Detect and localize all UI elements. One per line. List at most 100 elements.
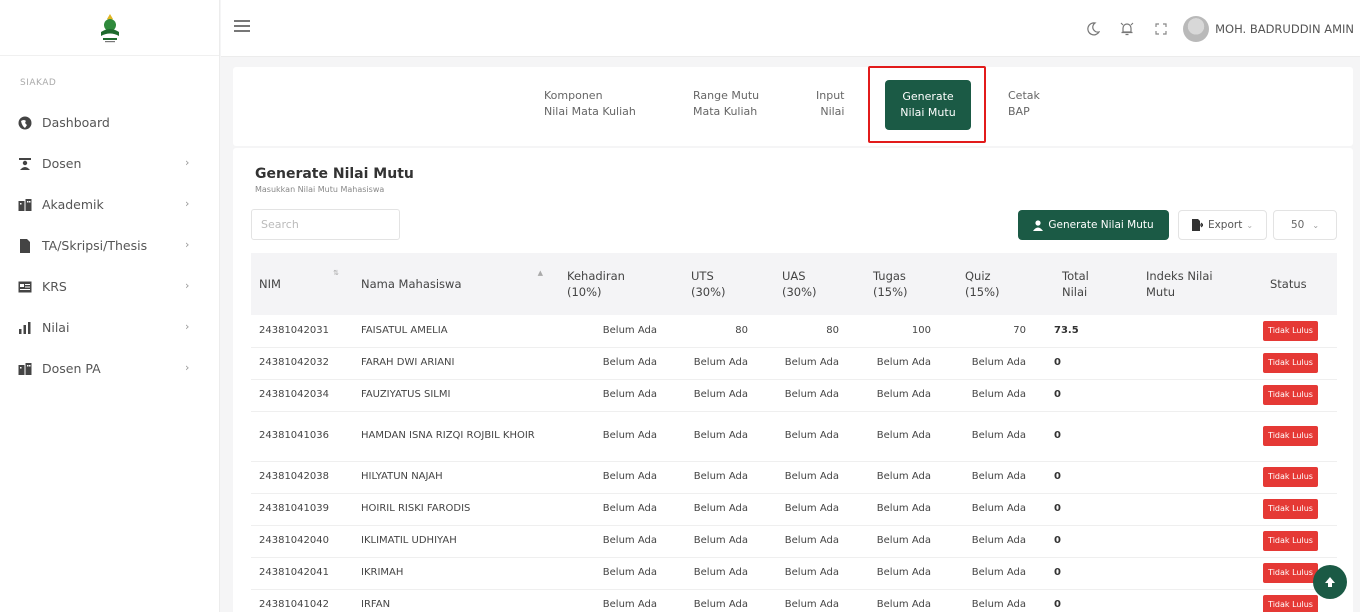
cell-nama: HOIRIL RISKI FARODIS	[349, 493, 553, 526]
cell-nim: 24381041042	[251, 589, 349, 612]
cell-indeks	[1124, 493, 1244, 526]
col-header-total[interactable]: Total Nilai	[1040, 253, 1124, 315]
col-header-nim[interactable]: NIM ⇅	[251, 253, 349, 315]
tab-range-mutu[interactable]: Range Mutu Mata Kuliah	[693, 88, 759, 120]
col-header-uas[interactable]: UAS (30%)	[762, 253, 853, 315]
sidebar-item-ta-skripsi-thesis[interactable]: TA/Skripsi/Thesis ›	[0, 225, 219, 266]
col-header-indeks[interactable]: Indeks Nilai Mutu	[1124, 253, 1244, 315]
tab-input-nilai[interactable]: Input Nilai	[816, 88, 844, 120]
grades-table: NIM ⇅ Nama Mahasiswa ▲ Kehadiran (10%) UTS(…	[251, 253, 1337, 612]
status-badge: Tidak Lulus	[1263, 499, 1318, 519]
cell-uts: Belum Ada	[671, 525, 762, 558]
cell-uts: Belum Ada	[671, 557, 762, 590]
sidebar-item-dashboard[interactable]: Dashboard	[0, 102, 219, 143]
col-header-kehadiran[interactable]: Kehadiran (10%)	[553, 253, 671, 315]
arrow-up-icon	[1325, 577, 1335, 587]
bell-icon[interactable]	[1115, 17, 1139, 41]
cell-kehadiran: Belum Ada	[553, 589, 671, 612]
cell-tugas: Belum Ada	[853, 379, 945, 412]
cell-quiz: Belum Ada	[945, 411, 1040, 462]
cell-indeks	[1124, 589, 1244, 612]
cell-nim: 24381041036	[251, 411, 349, 462]
cell-nim: 24381042038	[251, 461, 349, 494]
col-header-status[interactable]: Status	[1244, 253, 1337, 315]
export-button[interactable]: Export ⌄	[1178, 210, 1267, 240]
cell-nama: FARAH DWI ARIANI	[349, 347, 553, 380]
cell-nim: 24381041039	[251, 493, 349, 526]
sidebar-item-akademik[interactable]: Akademik ›	[0, 184, 219, 225]
per-page-select[interactable]: 50 ⌄	[1273, 210, 1337, 240]
university-logo-icon	[100, 13, 119, 42]
grades-table-wrapper: NIM ⇅ Nama Mahasiswa ▲ Kehadiran (10%) UTS(…	[251, 253, 1337, 612]
cell-uts: 80	[671, 315, 762, 348]
cell-nama: IKLIMATIL UDHIYAH	[349, 525, 553, 558]
sidebar-item-label: Dosen	[42, 156, 82, 171]
cell-tugas: Belum Ada	[853, 557, 945, 590]
table-row[interactable]: 24381041039 HOIRIL RISKI FARODIS Belum Ada…	[251, 493, 1337, 526]
topbar-actions: MOH. BADRUDDIN AMIN	[1081, 0, 1360, 57]
status-badge: Tidak Lulus	[1263, 563, 1318, 583]
username[interactable]: MOH. BADRUDDIN AMIN	[1215, 22, 1360, 36]
col-header-uts[interactable]: UTS (30%)	[671, 253, 762, 315]
generate-nilai-mutu-button[interactable]: Generate Nilai Mutu	[1018, 210, 1169, 240]
tab-generate-nilai-mutu[interactable]: Generate Nilai Mutu	[885, 80, 971, 130]
cell-nama: HILYATUN NAJAH	[349, 461, 553, 494]
cell-tugas: Belum Ada	[853, 525, 945, 558]
col-header-tugas[interactable]: Tugas (15%)	[853, 253, 945, 315]
status-badge: Tidak Lulus	[1263, 595, 1318, 612]
table-row[interactable]: 24381042041 IKRIMAH Belum Ada Belum Ada Belu…	[251, 557, 1337, 590]
globe-icon	[18, 116, 32, 130]
table-row[interactable]: 24381041036 HAMDAN ISNA RIZQI ROJBIL KHOI…	[251, 411, 1337, 462]
menu-icon[interactable]	[234, 20, 250, 34]
scroll-top-button[interactable]	[1313, 565, 1347, 599]
tab-cetak-bap[interactable]: Cetak BAP	[1008, 88, 1040, 120]
table-row[interactable]: 24381042034 FAUZIYATUS SILMI Belum Ada Belu…	[251, 379, 1337, 412]
cell-total: 0	[1040, 461, 1124, 494]
chevron-down-icon: ⌄	[1246, 220, 1254, 230]
file-icon	[18, 238, 32, 253]
cell-uas: Belum Ada	[762, 525, 853, 558]
sidebar-item-nilai[interactable]: Nilai ›	[0, 307, 219, 348]
tab-komponen-nilai[interactable]: Komponen Nilai Mata Kuliah	[544, 88, 636, 120]
sort-icon: ⇅	[333, 269, 339, 277]
cell-indeks	[1124, 315, 1244, 348]
table-row[interactable]: 24381042032 FARAH DWI ARIANI Belum Ada Belu…	[251, 347, 1337, 380]
cell-nim: 24381042041	[251, 557, 349, 590]
sidebar-item-dosen-pa[interactable]: Dosen PA ›	[0, 348, 219, 389]
table-row[interactable]: 24381042040 IKLIMATIL UDHIYAH Belum Ada Bel…	[251, 525, 1337, 558]
app-logo[interactable]	[0, 0, 219, 56]
sidebar-item-label: KRS	[42, 279, 67, 294]
cell-indeks	[1124, 411, 1244, 462]
page-subtitle: Masukkan Nilai Mutu Mahasiswa	[255, 185, 385, 194]
sort-up-icon: ▲	[537, 269, 543, 277]
cell-indeks	[1124, 557, 1244, 590]
table-header-row: NIM ⇅ Nama Mahasiswa ▲ Kehadiran (10%) UTS(…	[251, 253, 1337, 315]
table-row[interactable]: 24381042031 FAISATUL AMELIA Belum Ada 80 80 1…	[251, 315, 1337, 348]
search-input[interactable]	[251, 209, 400, 240]
cell-status: Tidak Lulus	[1244, 347, 1337, 380]
table-row[interactable]: 24381041042 IRFAN Belum Ada Belum Ada Belum …	[251, 589, 1337, 612]
cell-indeks	[1124, 525, 1244, 558]
cell-uas: 80	[762, 315, 853, 348]
cell-uts: Belum Ada	[671, 347, 762, 380]
cell-status: Tidak Lulus	[1244, 411, 1337, 462]
sidebar-item-dosen[interactable]: Dosen ›	[0, 143, 219, 184]
card-icon	[18, 280, 32, 294]
cell-uas: Belum Ada	[762, 589, 853, 612]
moon-icon[interactable]	[1081, 17, 1105, 41]
cell-total: 0	[1040, 493, 1124, 526]
cell-uas: Belum Ada	[762, 379, 853, 412]
chevron-right-icon: ›	[185, 361, 190, 374]
cell-kehadiran: Belum Ada	[553, 461, 671, 494]
cell-tugas: Belum Ada	[853, 411, 945, 462]
user-icon	[1033, 219, 1044, 231]
cell-total: 0	[1040, 379, 1124, 412]
avatar[interactable]	[1183, 15, 1210, 42]
col-header-quiz[interactable]: Quiz (15%)	[945, 253, 1040, 315]
sidebar-item-krs[interactable]: KRS ›	[0, 266, 219, 307]
cell-kehadiran: Belum Ada	[553, 347, 671, 380]
fullscreen-icon[interactable]	[1149, 17, 1173, 41]
cell-uas: Belum Ada	[762, 557, 853, 590]
col-header-nama[interactable]: Nama Mahasiswa ▲	[349, 253, 553, 315]
table-row[interactable]: 24381042038 HILYATUN NAJAH Belum Ada Belum …	[251, 461, 1337, 494]
